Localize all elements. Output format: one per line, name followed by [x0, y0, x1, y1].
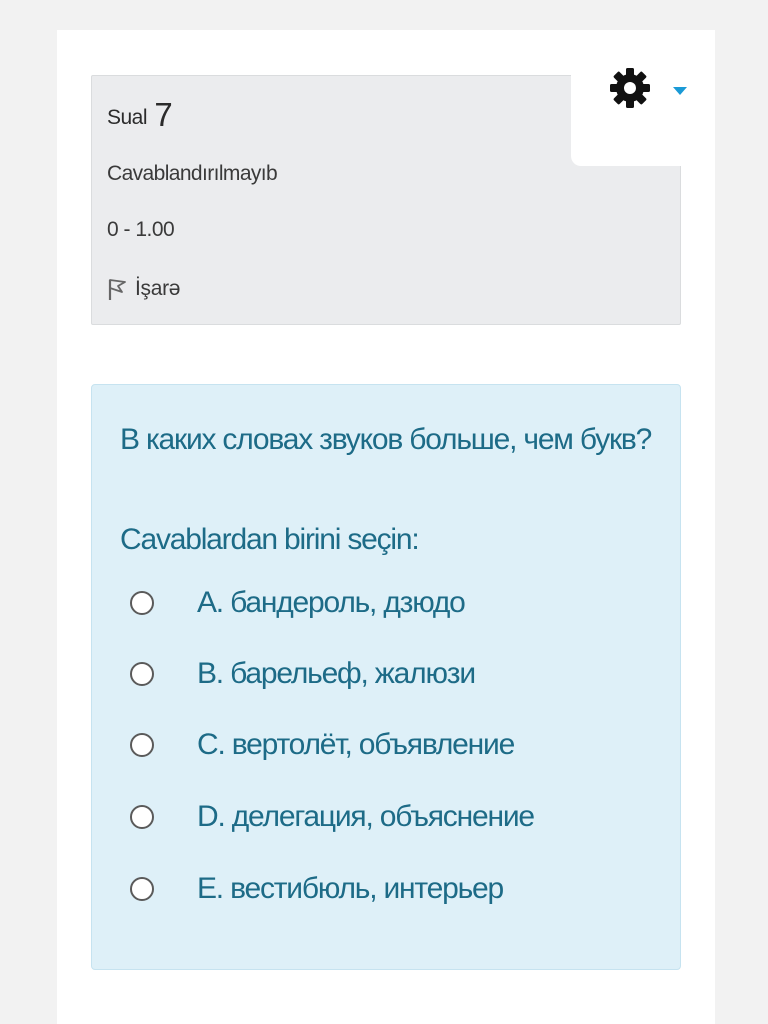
- question-content-panel: В каких словах звуков больше, чем букв? …: [91, 384, 681, 970]
- answer-option-a[interactable]: A. бандероль, дзюдо: [130, 581, 670, 625]
- radio-button-a[interactable]: [130, 591, 154, 615]
- flag-question-link[interactable]: İşarə: [107, 274, 180, 304]
- flag-icon: [108, 279, 126, 300]
- question-state: Cavablandırılmayıb: [107, 162, 278, 185]
- radio-button-d[interactable]: [130, 805, 154, 829]
- answer-option-label: E. вестибюль, интерьер: [197, 872, 504, 905]
- answer-option-e[interactable]: E. вестибюль, интерьер: [130, 867, 670, 911]
- answer-prompt: Cavablardan birini seçin:: [120, 523, 420, 556]
- question-number-label: Sual: [107, 106, 148, 129]
- answer-option-b[interactable]: B. барельеф, жалюзи: [130, 652, 670, 696]
- answer-option-d[interactable]: D. делегация, объяснение: [130, 795, 670, 839]
- answer-option-label: D. делегация, объяснение: [197, 800, 535, 833]
- question-number: Sual 7: [107, 96, 173, 134]
- gear-icon: [610, 68, 650, 108]
- quiz-page: Sual 7 Cavablandırılmayıb 0 - 1.00 İşarə: [57, 30, 715, 1024]
- question-settings-menu[interactable]: [571, 58, 715, 166]
- question-grade: 0 - 1.00: [107, 218, 175, 241]
- radio-button-e[interactable]: [130, 877, 154, 901]
- answer-option-label: B. барельеф, жалюзи: [197, 657, 476, 690]
- caret-down-icon: [673, 87, 687, 95]
- answer-option-label: A. бандероль, дзюдо: [197, 586, 466, 619]
- radio-button-c[interactable]: [130, 733, 154, 757]
- answer-option-c[interactable]: C. вертолёт, объявление: [130, 723, 670, 767]
- flag-label: İşarə: [135, 277, 181, 300]
- question-text: В каких словах звуков больше, чем букв?: [120, 423, 652, 456]
- question-number-value: 7: [154, 96, 173, 133]
- answer-option-label: C. вертолёт, объявление: [197, 728, 515, 761]
- radio-button-b[interactable]: [130, 662, 154, 686]
